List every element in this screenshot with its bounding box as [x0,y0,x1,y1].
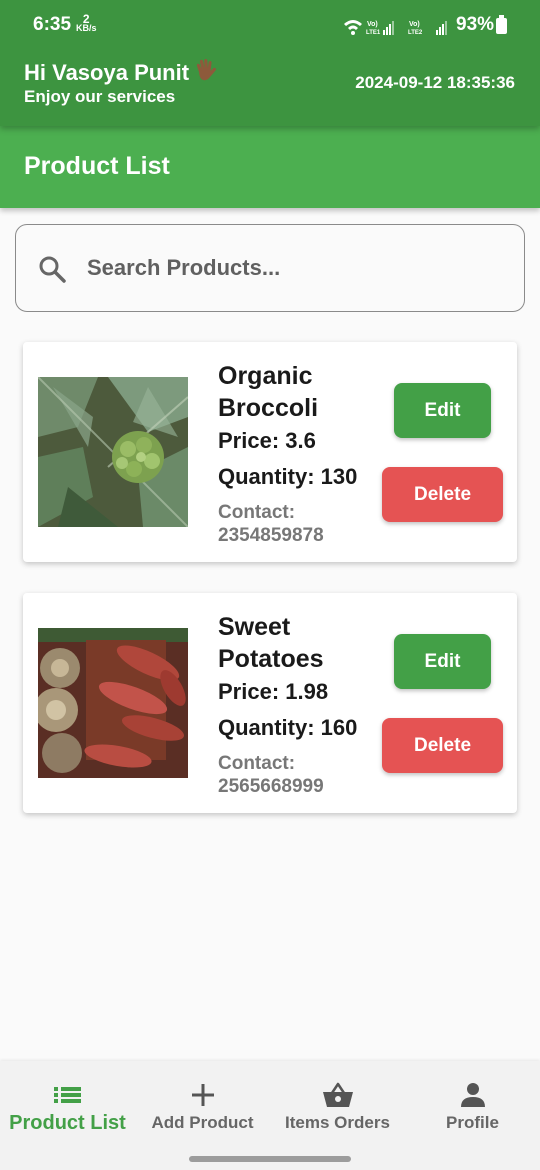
product-card: Organic Broccoli Price: 3.6 Quantity: 13… [23,342,517,562]
svg-text:LTE2: LTE2 [408,30,423,36]
search-input[interactable] [87,225,507,310]
nav-profile[interactable]: Profile [405,1061,540,1151]
app-bar: Product List [0,126,540,208]
delete-button[interactable]: Delete [382,718,503,773]
product-name: Sweet Potatoes [218,613,324,673]
product-image-sweet-potatoes [38,628,188,778]
contact-label: Contact: [218,753,296,774]
app-header: 6:35 2 KB/s Vo) LTE1 Vo) LTE2 93% Hi Vas… [0,0,540,126]
network-speed: 2 KB/s [76,12,97,33]
search-box[interactable] [15,224,525,312]
product-image-broccoli [38,377,188,527]
nav-label: Product List [9,1112,126,1134]
signal-icons: Vo) LTE1 Vo) LTE2 [344,20,447,36]
product-contact: Contact: 2565668999 [218,752,368,798]
nav-product-list[interactable]: Product List [0,1061,135,1151]
product-quantity: Quantity: 130 [218,464,358,489]
sub-greeting: Enjoy our services [24,87,176,106]
person-icon [460,1083,485,1107]
list-icon [53,1087,81,1103]
status-time: 6:35 [33,14,72,35]
contact-number: 2565668999 [218,776,324,797]
basket-icon [322,1082,353,1107]
product-price: Price: 1.98 [218,679,329,704]
battery-percent: 93% [456,14,495,35]
svg-text:LTE1: LTE1 [366,30,381,36]
current-datetime: 2024-09-12 18:35:36 [355,73,515,92]
contact-label: Contact: [218,502,296,523]
sim1-label: Vo) [367,21,378,28]
product-price: Price: 3.6 [218,428,316,453]
nav-items-orders[interactable]: Items Orders [270,1061,405,1151]
page-title: Product List [24,152,170,180]
greeting: Hi Vasoya Punit [24,58,219,86]
delete-button[interactable]: Delete [382,467,503,522]
nav-add-product[interactable]: Add Product [135,1061,270,1151]
nav-label: Items Orders [285,1113,390,1132]
product-card: Sweet Potatoes Price: 1.98 Quantity: 160… [23,593,517,813]
battery-icon [496,15,507,34]
waving-hand-icon [196,59,217,81]
home-indicator[interactable] [189,1156,351,1162]
search-icon [39,256,66,283]
nav-label: Add Product [151,1113,254,1132]
edit-button[interactable]: Edit [394,383,491,438]
sim2-label: Vo) [409,21,420,28]
product-quantity: Quantity: 160 [218,715,358,740]
bottom-navigation: Product List Add Product Items Orders Pr… [0,1061,540,1170]
contact-number: 2354859878 [218,525,324,546]
product-name: Organic Broccoli [218,362,319,422]
nav-label: Profile [446,1113,499,1132]
status-bar: 6:35 2 KB/s Vo) LTE1 Vo) LTE2 93% [0,0,540,52]
plus-icon [191,1084,214,1106]
product-contact: Contact: 2354859878 [218,501,368,547]
edit-button[interactable]: Edit [394,634,491,689]
